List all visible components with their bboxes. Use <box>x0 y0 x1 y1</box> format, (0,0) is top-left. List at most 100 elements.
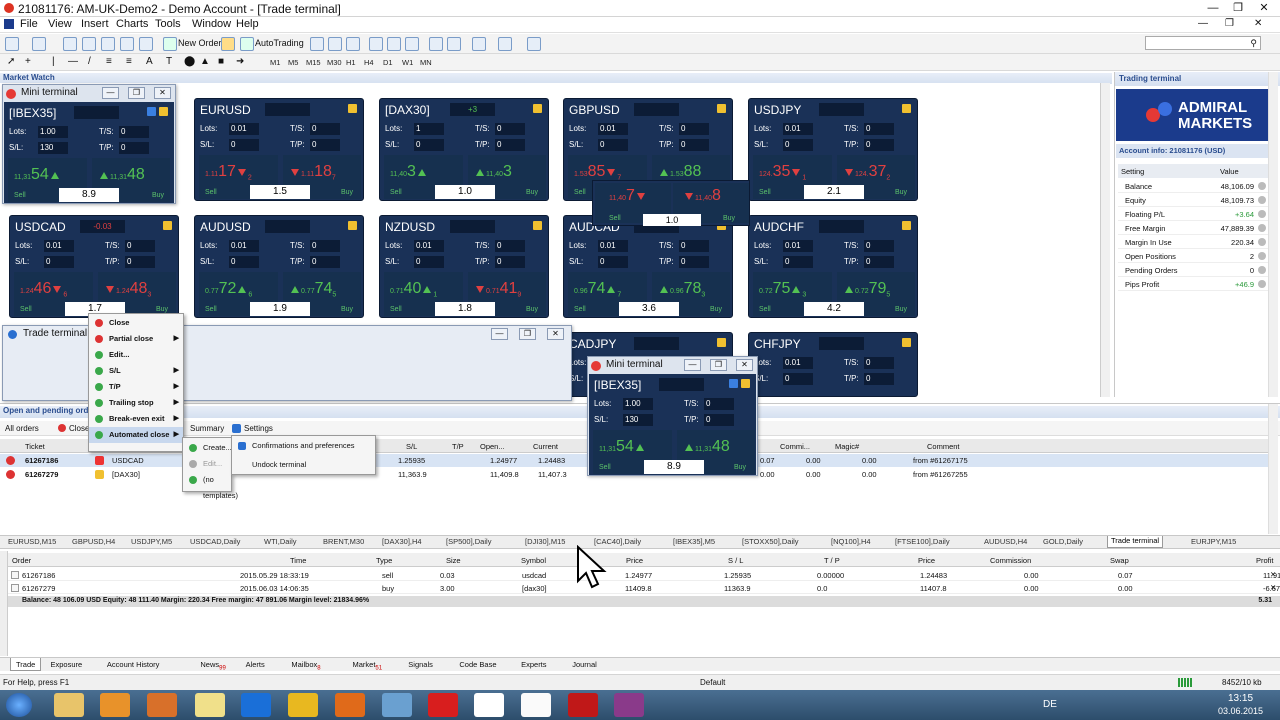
zoom-out-icon[interactable] <box>387 37 401 51</box>
tp-input[interactable]: 0 <box>679 256 709 268</box>
mw-scrollbar[interactable] <box>1100 83 1110 397</box>
chart-tab[interactable]: Trade terminal <box>1107 536 1164 548</box>
search-icon[interactable]: ⚲ <box>1250 38 1257 49</box>
lots-input[interactable]: 0.01 <box>598 123 628 135</box>
context-menu-item[interactable]: Edit... <box>89 347 183 363</box>
close-orders-button[interactable]: Close <box>69 424 89 433</box>
tf-mn[interactable]: MN <box>420 58 432 67</box>
terminal-tab[interactable]: Experts <box>521 660 546 669</box>
alert-bell-icon[interactable] <box>1258 238 1266 246</box>
tp-input[interactable]: 0 <box>495 256 525 268</box>
autotrading-icon[interactable] <box>240 37 254 51</box>
tf-m30[interactable]: M30 <box>327 58 342 67</box>
settings-menu-item[interactable]: Undock terminal <box>232 457 375 473</box>
right-panel-scrollbar[interactable] <box>1268 72 1278 397</box>
favorite-star-icon[interactable] <box>741 379 750 388</box>
summary-button[interactable]: Summary <box>190 424 224 433</box>
terminal-tab[interactable]: Signals <box>408 660 433 669</box>
t-hdr-commission[interactable]: Commission <box>990 556 1031 565</box>
tp-input[interactable]: 0 <box>310 256 340 268</box>
alert-bell-icon[interactable] <box>1258 196 1266 204</box>
autotrading-button[interactable]: AutoTrading <box>255 38 304 48</box>
favorite-star-icon[interactable] <box>717 338 726 347</box>
lots-input[interactable]: 0.01 <box>44 240 74 252</box>
chart-tab[interactable]: EURJPY,M15 <box>1191 537 1236 546</box>
autoscroll-icon[interactable] <box>447 37 461 51</box>
language-indicator[interactable]: DE <box>1043 699 1057 710</box>
t-hdr-price2[interactable]: Price <box>918 556 935 565</box>
mini-close-button[interactable]: ✕ <box>736 359 753 371</box>
tp-input[interactable]: 0 <box>864 256 894 268</box>
tf-w1[interactable]: W1 <box>402 58 413 67</box>
ts-input[interactable]: 0 <box>679 240 709 252</box>
t-hdr-swap[interactable]: Swap <box>1110 556 1129 565</box>
hdr-current[interactable]: Current <box>533 442 558 451</box>
opera-icon[interactable] <box>428 693 458 717</box>
sl-input[interactable]: 0 <box>783 139 813 151</box>
lots-input[interactable]: 0.01 <box>414 240 444 252</box>
tf-d1[interactable]: D1 <box>383 58 393 67</box>
crosshair-icon[interactable]: + <box>25 56 31 67</box>
start-button[interactable] <box>6 693 32 717</box>
chart-shift-icon[interactable] <box>429 37 443 51</box>
tf-m15[interactable]: M15 <box>306 58 321 67</box>
menu-view[interactable]: View <box>48 18 72 30</box>
clock-time[interactable]: 13:15 <box>1228 693 1253 704</box>
ie-icon[interactable] <box>241 693 271 717</box>
context-menu-item[interactable]: Break-even exit ▶ <box>89 411 183 427</box>
settings-gear-icon[interactable] <box>232 424 241 433</box>
settings-icon[interactable] <box>729 379 738 388</box>
zoom-in-icon[interactable] <box>369 37 383 51</box>
sl-input[interactable]: 0 <box>783 256 813 268</box>
chart-tab[interactable]: [SP500],Daily <box>446 537 491 546</box>
checkmark-app-icon[interactable] <box>521 693 551 717</box>
settings-button[interactable]: Settings <box>244 424 273 433</box>
t-hdr-price[interactable]: Price <box>626 556 643 565</box>
terminal-side-handle[interactable] <box>0 551 8 656</box>
sl-input[interactable]: 0 <box>598 256 628 268</box>
chrome-icon[interactable] <box>288 693 318 717</box>
mini-minimize-button[interactable]: — <box>684 359 701 371</box>
data-window-icon[interactable] <box>82 37 96 51</box>
chart-tab[interactable]: [DJI30],M15 <box>525 537 565 546</box>
orders-scrollbar[interactable] <box>1268 404 1278 534</box>
alert-bell-icon[interactable] <box>1258 224 1266 232</box>
settings-icon[interactable] <box>147 107 156 116</box>
t-hdr-type[interactable]: Type <box>376 556 392 565</box>
terminal-tab[interactable]: Mailbox8 <box>291 660 320 672</box>
chart-tab[interactable]: WTI,Daily <box>264 537 297 546</box>
metaeditor-icon[interactable] <box>221 37 235 51</box>
close-window-button[interactable]: ✕ <box>1252 0 1276 17</box>
tf-m1[interactable]: M1 <box>270 58 280 67</box>
favorite-star-icon[interactable] <box>902 104 911 113</box>
app-icon-13[interactable] <box>614 693 644 717</box>
lots-input[interactable]: 0.01 <box>783 240 813 252</box>
fibonacci-icon[interactable]: ≡ <box>126 56 132 67</box>
child-close-button[interactable]: ✕ <box>1254 18 1262 29</box>
ts-input[interactable]: 0 <box>125 240 155 252</box>
sl-input[interactable]: 130 <box>38 142 68 154</box>
chart-tab[interactable]: [NQ100],H4 <box>831 537 871 546</box>
chart-tab[interactable]: AUDUSD,H4 <box>984 537 1027 546</box>
context-menu-item[interactable]: Trailing stop ▶ <box>89 395 183 411</box>
ellipse-icon[interactable]: ⬤ <box>184 56 195 67</box>
t-hdr-tp[interactable]: T / P <box>824 556 840 565</box>
t-hdr-symbol[interactable]: Symbol <box>521 556 546 565</box>
mini-close-button[interactable]: ✕ <box>154 87 171 99</box>
new-chart-icon[interactable] <box>5 37 19 51</box>
firefox-icon[interactable] <box>335 693 365 717</box>
t-hdr-profit[interactable]: Profit <box>1256 556 1274 565</box>
tp-input[interactable]: 0 <box>704 414 734 426</box>
trendline-icon[interactable]: / <box>88 56 91 67</box>
mini-restore-button[interactable]: ❐ <box>128 87 145 99</box>
chart-tab[interactable]: USDCAD,Daily <box>190 537 240 546</box>
context-menu-item[interactable]: S/L ▶ <box>89 363 183 379</box>
favorite-star-icon[interactable] <box>902 221 911 230</box>
sl-input[interactable]: 130 <box>623 414 653 426</box>
new-order-button[interactable]: New Order <box>178 38 222 48</box>
pdf-reader-icon[interactable] <box>568 693 598 717</box>
alert-bell-icon[interactable] <box>1258 266 1266 274</box>
context-menu-item[interactable]: Automated close ▶ <box>89 427 183 443</box>
t-hdr-size[interactable]: Size <box>446 556 461 565</box>
market-watch-icon[interactable] <box>63 37 77 51</box>
